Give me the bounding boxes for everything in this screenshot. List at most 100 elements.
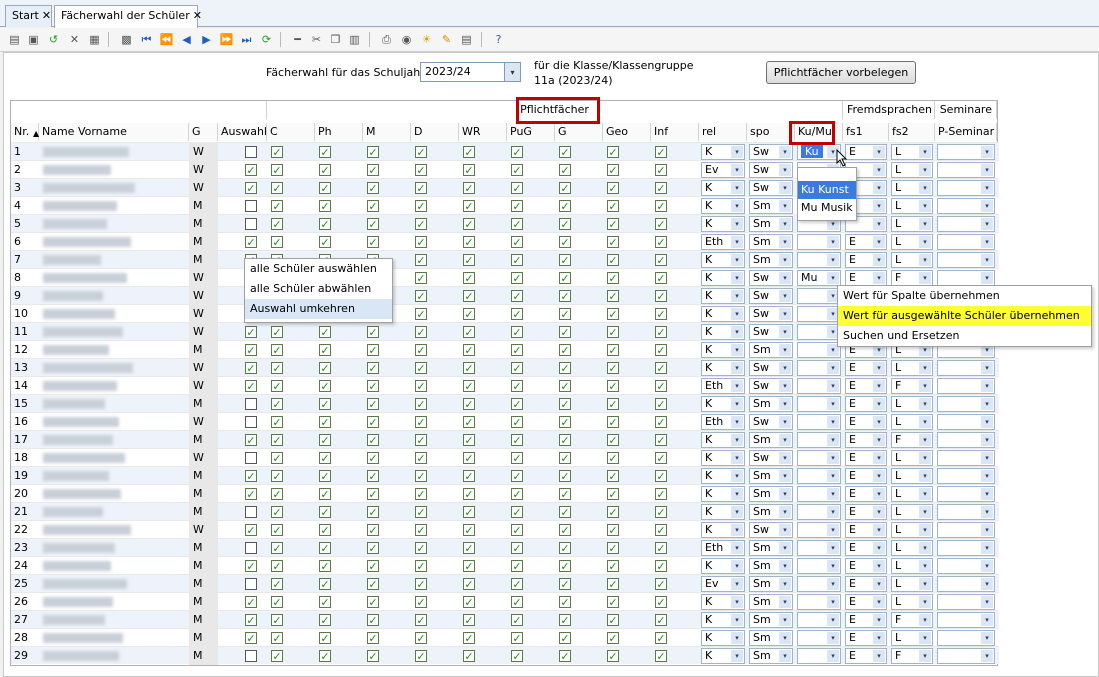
- chevron-down-icon[interactable]: ▾: [873, 398, 885, 410]
- column-header-c[interactable]: C: [267, 123, 315, 141]
- tab-start[interactable]: Start ✕: [5, 5, 52, 27]
- chevron-down-icon[interactable]: ▾: [981, 416, 993, 428]
- chevron-down-icon[interactable]: ▾: [779, 344, 791, 356]
- select-kumu[interactable]: ▾: [797, 504, 841, 520]
- checkbox-ph[interactable]: ✓: [319, 164, 331, 176]
- checkbox-pug[interactable]: ✓: [511, 398, 523, 410]
- checkbox-gg[interactable]: ✓: [559, 236, 571, 248]
- checkbox-pug[interactable]: ✓: [511, 308, 523, 320]
- checkbox-wr[interactable]: ✓: [463, 200, 475, 212]
- checkbox-inf[interactable]: ✓: [655, 236, 667, 248]
- select-rel[interactable]: Eth ▾: [701, 414, 745, 430]
- chevron-down-icon[interactable]: ▾: [919, 452, 931, 464]
- checkbox-inf[interactable]: ✓: [655, 650, 667, 662]
- chevron-down-icon[interactable]: ▾: [919, 542, 931, 554]
- select-spo[interactable]: Sw ▾: [749, 288, 793, 304]
- checkbox-d[interactable]: ✓: [415, 650, 427, 662]
- checkbox-inf[interactable]: ✓: [655, 290, 667, 302]
- chevron-down-icon[interactable]: ▾: [779, 308, 791, 320]
- select-pse[interactable]: ▾: [937, 144, 995, 160]
- select-spo[interactable]: Sm ▾: [749, 630, 793, 646]
- select-fs2[interactable]: L ▾: [891, 162, 933, 178]
- select-spo[interactable]: Sm ▾: [749, 342, 793, 358]
- chevron-down-icon[interactable]: ▾: [981, 488, 993, 500]
- checkbox-geo[interactable]: ✓: [607, 470, 619, 482]
- chevron-down-icon[interactable]: ▾: [919, 164, 931, 176]
- checkbox-d[interactable]: ✓: [415, 560, 427, 572]
- checkbox-d[interactable]: ✓: [415, 236, 427, 248]
- select-rel[interactable]: K ▾: [701, 594, 745, 610]
- checkbox-gg[interactable]: ✓: [559, 200, 571, 212]
- tab-faecherwahl[interactable]: Fächerwahl der Schüler ✕: [54, 5, 202, 28]
- select-fs1[interactable]: E ▾: [845, 486, 887, 502]
- checkbox-geo[interactable]: ✓: [607, 326, 619, 338]
- select-fs1[interactable]: E ▾: [845, 252, 887, 268]
- column-header-pse[interactable]: P-Seminar: [935, 123, 997, 141]
- checkbox-m[interactable]: ✓: [367, 650, 379, 662]
- checkbox-gg[interactable]: ✓: [559, 146, 571, 158]
- checkbox-pug[interactable]: ✓: [511, 632, 523, 644]
- select-pse[interactable]: ▾: [937, 252, 995, 268]
- chevron-down-icon[interactable]: ▾: [731, 470, 743, 482]
- close-icon[interactable]: ✕: [193, 9, 202, 22]
- chevron-down-icon[interactable]: ▾: [919, 272, 931, 284]
- chevron-down-icon[interactable]: ▾: [779, 200, 791, 212]
- select-spo[interactable]: Sm ▾: [749, 648, 793, 664]
- checkbox-pug[interactable]: ✓: [511, 434, 523, 446]
- checkbox-ph[interactable]: ✓: [319, 596, 331, 608]
- select-spo[interactable]: Sm ▾: [749, 486, 793, 502]
- chevron-down-icon[interactable]: ▾: [731, 632, 743, 644]
- checkbox-aus[interactable]: ✓: [245, 434, 257, 446]
- checkbox-wr[interactable]: ✓: [463, 308, 475, 320]
- checkbox-aus[interactable]: [245, 578, 257, 590]
- select-fs1[interactable]: E ▾: [845, 468, 887, 484]
- select-pse[interactable]: ▾: [937, 162, 995, 178]
- chevron-down-icon[interactable]: ▾: [827, 488, 839, 500]
- select-rel[interactable]: Ev ▾: [701, 162, 745, 178]
- checkbox-d[interactable]: ✓: [415, 344, 427, 356]
- chevron-down-icon[interactable]: ▾: [779, 218, 791, 230]
- checkbox-d[interactable]: ✓: [415, 506, 427, 518]
- column-header-d[interactable]: D: [411, 123, 459, 141]
- checkbox-aus[interactable]: [245, 146, 257, 158]
- checkbox-c[interactable]: ✓: [271, 326, 283, 338]
- checkbox-gg[interactable]: ✓: [559, 218, 571, 230]
- checkbox-aus[interactable]: ✓: [245, 164, 257, 176]
- chevron-down-icon[interactable]: ▾: [731, 218, 743, 230]
- chevron-down-icon[interactable]: ▾: [827, 524, 839, 536]
- select-rel[interactable]: K ▾: [701, 504, 745, 520]
- checkbox-m[interactable]: ✓: [367, 380, 379, 392]
- checkbox-pug[interactable]: ✓: [511, 146, 523, 158]
- select-fs1[interactable]: E ▾: [845, 540, 887, 556]
- chevron-down-icon[interactable]: ▾: [731, 542, 743, 554]
- checkbox-d[interactable]: ✓: [415, 452, 427, 464]
- checkbox-wr[interactable]: ✓: [463, 236, 475, 248]
- select-rel[interactable]: K ▾: [701, 306, 745, 322]
- select-pse[interactable]: ▾: [937, 594, 995, 610]
- checkbox-d[interactable]: ✓: [415, 200, 427, 212]
- chevron-down-icon[interactable]: ▾: [873, 542, 885, 554]
- column-header-name[interactable]: Name Vorname: [39, 123, 189, 141]
- column-header-spo[interactable]: spo: [747, 123, 795, 141]
- select-pse[interactable]: ▾: [937, 270, 995, 286]
- checkbox-wr[interactable]: ✓: [463, 434, 475, 446]
- checkbox-aus[interactable]: [245, 218, 257, 230]
- chevron-down-icon[interactable]: ▾: [827, 434, 839, 446]
- chevron-down-icon[interactable]: ▾: [981, 200, 993, 212]
- checkbox-d[interactable]: ✓: [415, 164, 427, 176]
- select-rel[interactable]: K ▾: [701, 558, 745, 574]
- select-spo[interactable]: Sm ▾: [749, 468, 793, 484]
- checkbox-c[interactable]: ✓: [271, 470, 283, 482]
- checkbox-pug[interactable]: ✓: [511, 272, 523, 284]
- save-icon[interactable]: ▣: [25, 31, 42, 48]
- select-fs1[interactable]: E ▾: [845, 594, 887, 610]
- checkbox-m[interactable]: ✓: [367, 452, 379, 464]
- checkbox-geo[interactable]: ✓: [607, 506, 619, 518]
- checkbox-gg[interactable]: ✓: [559, 434, 571, 446]
- checkbox-d[interactable]: ✓: [415, 632, 427, 644]
- column-header-gg[interactable]: G: [555, 123, 603, 141]
- checkbox-m[interactable]: ✓: [367, 146, 379, 158]
- checkbox-pug[interactable]: ✓: [511, 596, 523, 608]
- select-fs1[interactable]: E ▾: [845, 414, 887, 430]
- checkbox-wr[interactable]: ✓: [463, 452, 475, 464]
